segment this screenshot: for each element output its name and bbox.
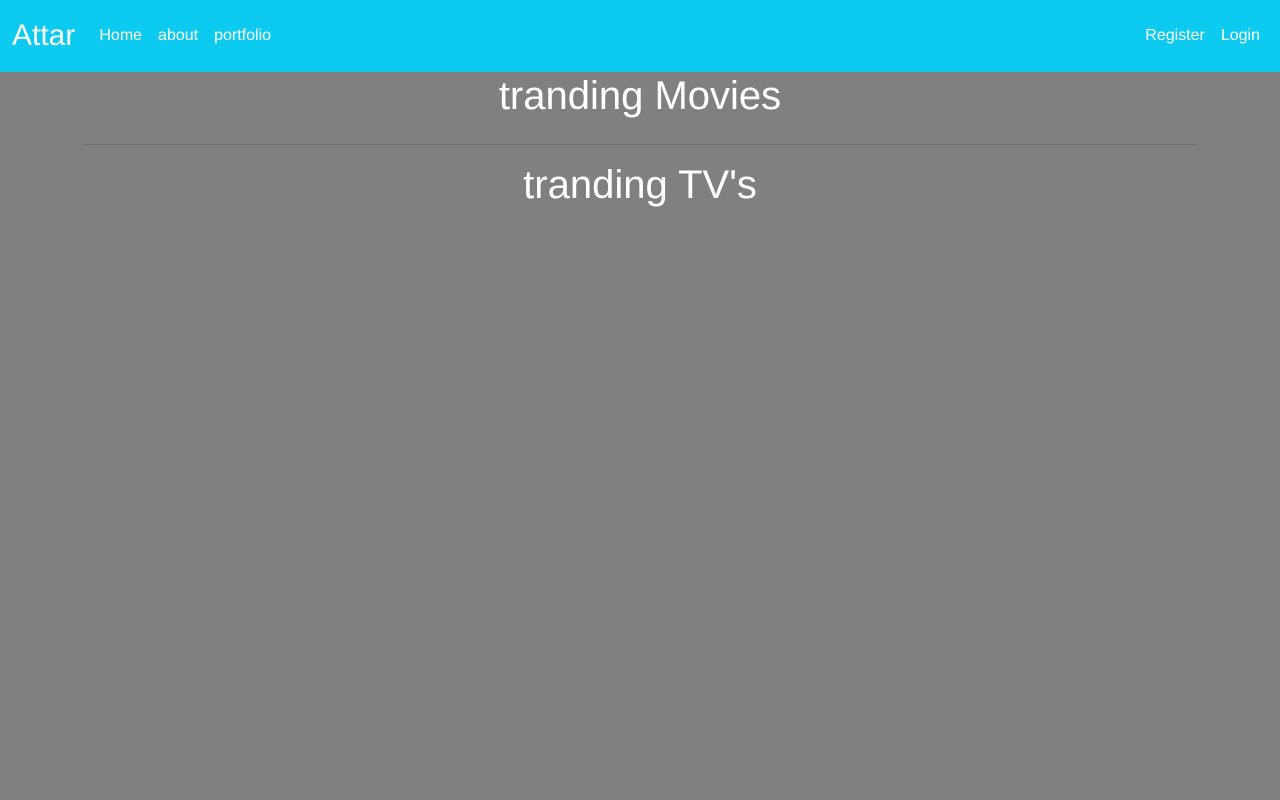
nav-link-register[interactable]: Register <box>1137 19 1213 53</box>
navbar-right: Register Login <box>1137 19 1268 53</box>
section-divider <box>82 144 1198 145</box>
navbar: Attar Home about portfolio Register Logi… <box>0 0 1280 72</box>
nav-link-home[interactable]: Home <box>91 19 150 53</box>
nav-link-portfolio[interactable]: portfolio <box>206 19 279 53</box>
navbar-left: Attar Home about portfolio <box>12 19 279 53</box>
nav-link-about[interactable]: about <box>150 19 206 53</box>
main-content: tranding Movies tranding TV's <box>82 72 1198 209</box>
brand-logo[interactable]: Attar <box>12 21 75 51</box>
nav-link-login[interactable]: Login <box>1213 19 1268 53</box>
trending-tv-title: tranding TV's <box>523 163 757 207</box>
trending-movies-title: tranding Movies <box>498 74 782 118</box>
